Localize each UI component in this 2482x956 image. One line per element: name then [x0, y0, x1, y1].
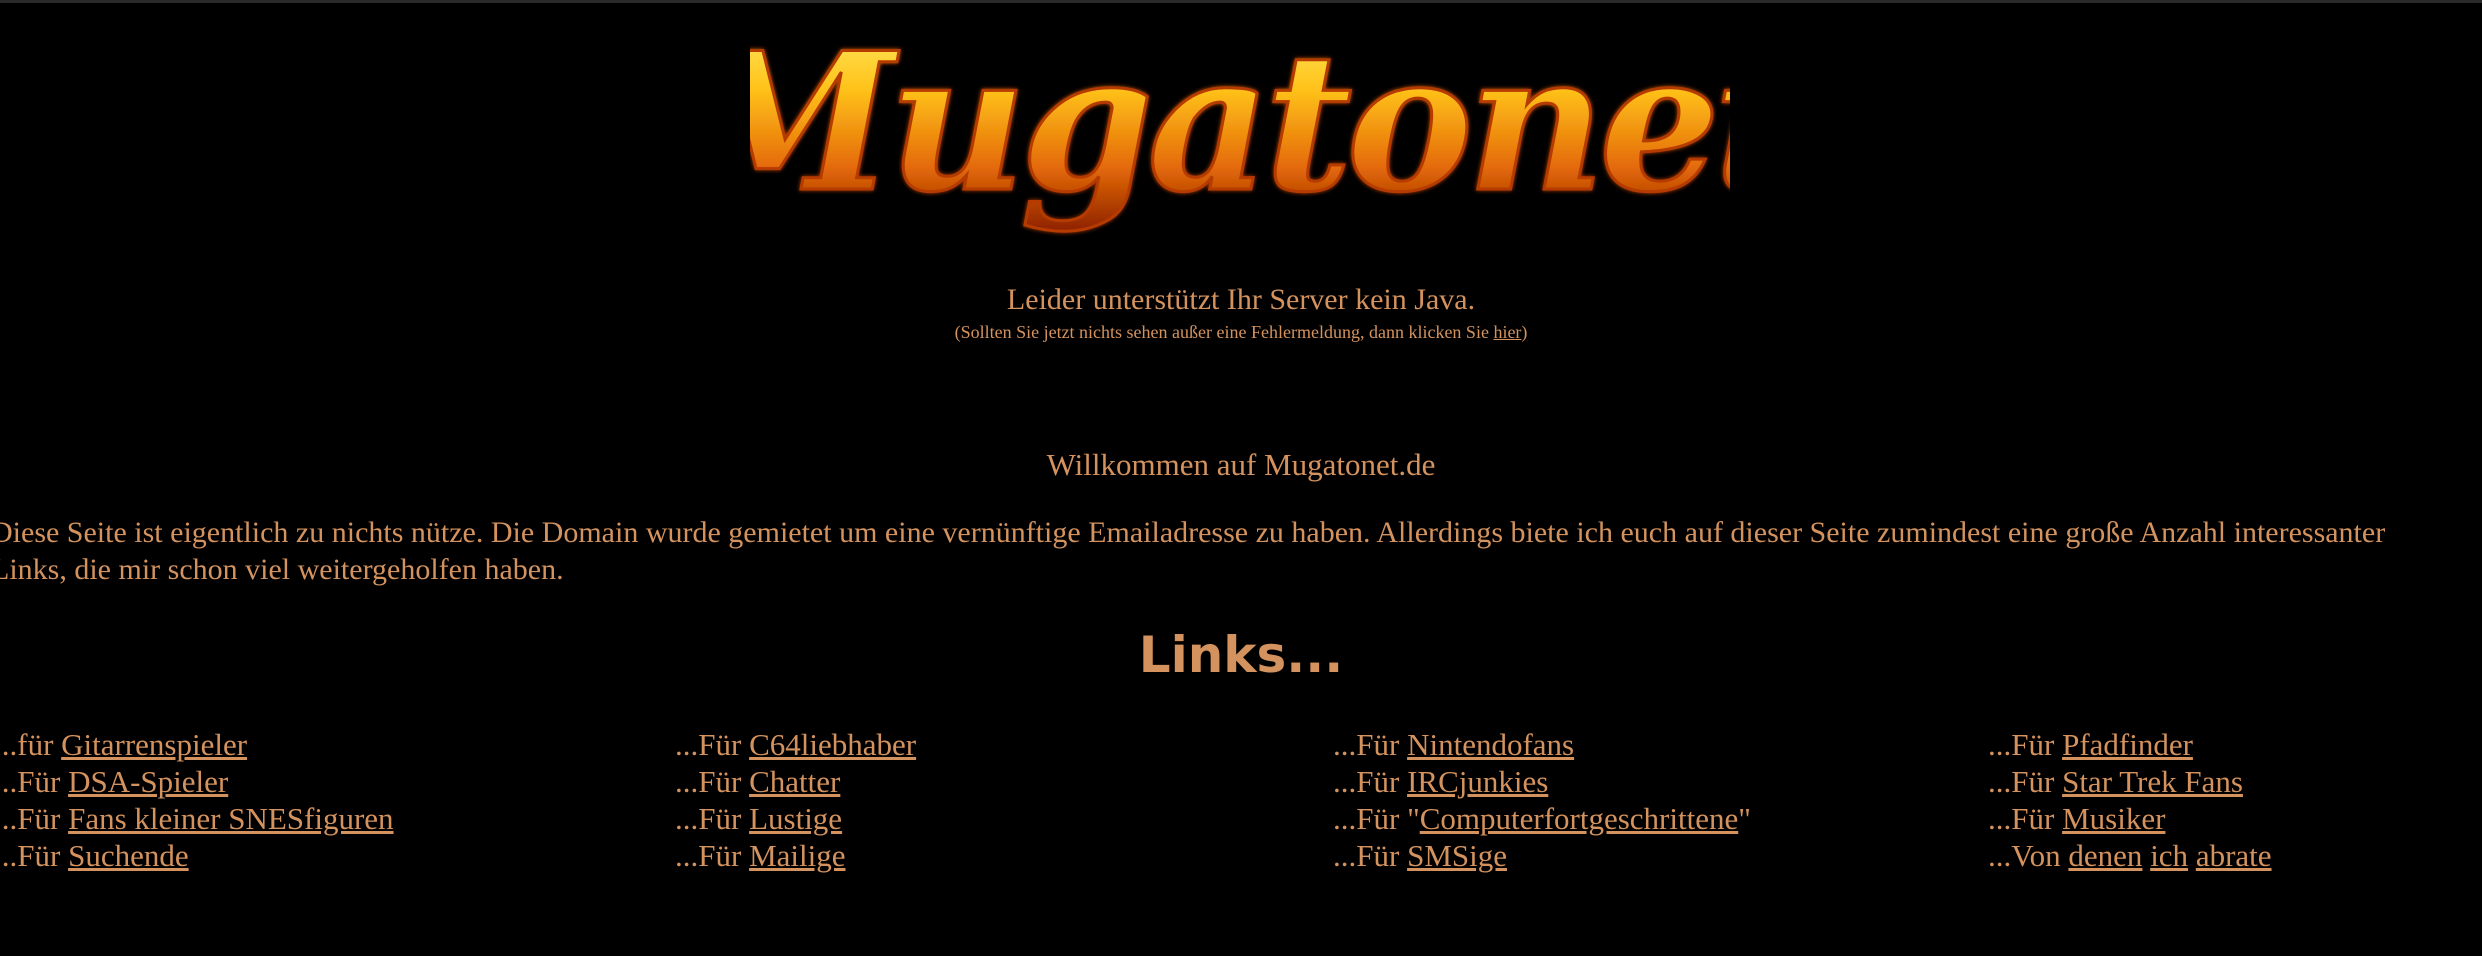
list-item: ...Für Lustige [675, 800, 916, 837]
link-ircjunkies[interactable]: IRCjunkies [1407, 764, 1548, 799]
list-item: ...Für C64liebhaber [675, 726, 916, 763]
list-item: ...Für Pfadfinder [1988, 726, 2272, 763]
list-item: ...Für IRCjunkies [1333, 763, 1751, 800]
list-item: ...Für Musiker [1988, 800, 2272, 837]
link-gitarrenspieler[interactable]: Gitarrenspieler [61, 727, 247, 762]
link-denen[interactable]: denen [2068, 838, 2142, 873]
link-suchende[interactable]: Suchende [68, 838, 189, 873]
link-star-trek-fans[interactable]: Star Trek Fans [2062, 764, 2243, 799]
link-prefix: ...Für [675, 727, 750, 762]
link-mailige[interactable]: Mailige [749, 838, 845, 873]
intro-text: Diese Seite ist eigentlich zu nichts nüt… [0, 516, 2386, 586]
link-prefix: ...Für [675, 838, 750, 873]
list-item: ...Für DSA-Spieler [0, 763, 394, 800]
links-column-1: ...für Gitarrenspieler ...Für DSA-Spiele… [0, 726, 394, 874]
link-snesfiguren[interactable]: Fans kleiner SNESfiguren [68, 801, 393, 836]
link-dsa-spieler[interactable]: DSA-Spieler [68, 764, 228, 799]
list-item: ...Für Chatter [675, 763, 916, 800]
link-computerfortgeschrittene[interactable]: Computerfortgeschrittene [1420, 801, 1739, 836]
list-item: ...Für Fans kleiner SNESfiguren [0, 800, 394, 837]
logo-text: Mugatonet [750, 14, 1730, 234]
list-item: ...Für Mailige [675, 837, 916, 874]
link-prefix: ...für [0, 727, 62, 762]
links-heading: Links... [1138, 626, 1344, 684]
link-ich[interactable]: ich [2150, 838, 2188, 873]
list-item: ...für Gitarrenspieler [0, 726, 394, 763]
link-prefix: ...Für [675, 801, 750, 836]
link-musiker[interactable]: Musiker [2062, 801, 2165, 836]
link-prefix: ...Für [0, 838, 69, 873]
link-prefix: ...Für [1333, 764, 1408, 799]
link-lustige[interactable]: Lustige [749, 801, 842, 836]
link-chatter[interactable]: Chatter [749, 764, 840, 799]
java-notice-sub: (Sollten Sie jetzt nichts sehen außer ei… [0, 322, 2482, 343]
top-border [0, 0, 2482, 3]
link-smsige[interactable]: SMSige [1407, 838, 1507, 873]
links-column-4: ...Für Pfadfinder ...Für Star Trek Fans … [1988, 726, 2272, 874]
link-suffix: " [1738, 801, 1751, 836]
link-prefix: ...Für [1988, 727, 2063, 762]
list-item: ...Für Star Trek Fans [1988, 763, 2272, 800]
welcome-heading: Willkommen auf Mugatonet.de [1046, 447, 1436, 482]
links-column-3: ...Für Nintendofans ...Für IRCjunkies ..… [1333, 726, 1751, 874]
java-notice: Leider unterstützt Ihr Server kein Java. [1006, 283, 1476, 316]
java-sub-prefix: (Sollten Sie jetzt nichts sehen außer ei… [954, 322, 1494, 342]
link-prefix: ...Für [1988, 801, 2063, 836]
link-c64liebhaber[interactable]: C64liebhaber [749, 727, 916, 762]
page: Mugatonet Leider unterstützt Ihr Server … [0, 0, 2482, 956]
list-item: ...Von denen ich abrate [1988, 837, 2272, 874]
link-nintendofans[interactable]: Nintendofans [1407, 727, 1574, 762]
link-pfadfinder[interactable]: Pfadfinder [2062, 727, 2193, 762]
link-prefix: ...Für [0, 764, 69, 799]
list-item: ...Für "Computerfortgeschrittene" [1333, 800, 1751, 837]
link-abrate[interactable]: abrate [2196, 838, 2272, 873]
link-prefix: ...Für " [1333, 801, 1420, 836]
hier-link[interactable]: hier [1493, 322, 1521, 342]
link-prefix: ...Für [1333, 727, 1408, 762]
java-sub-suffix: ) [1521, 322, 1528, 342]
site-logo: Mugatonet [750, 14, 1730, 254]
list-item: ...Für Suchende [0, 837, 394, 874]
link-prefix: ...Für [1988, 764, 2063, 799]
list-item: ...Für SMSige [1333, 837, 1751, 874]
link-prefix: ...Für [675, 764, 750, 799]
list-item: ...Für Nintendofans [1333, 726, 1751, 763]
link-prefix: ...Für [0, 801, 69, 836]
link-prefix: ...Von [1988, 838, 2069, 873]
link-prefix: ...Für [1333, 838, 1408, 873]
links-column-2: ...Für C64liebhaber ...Für Chatter ...Fü… [675, 726, 916, 874]
